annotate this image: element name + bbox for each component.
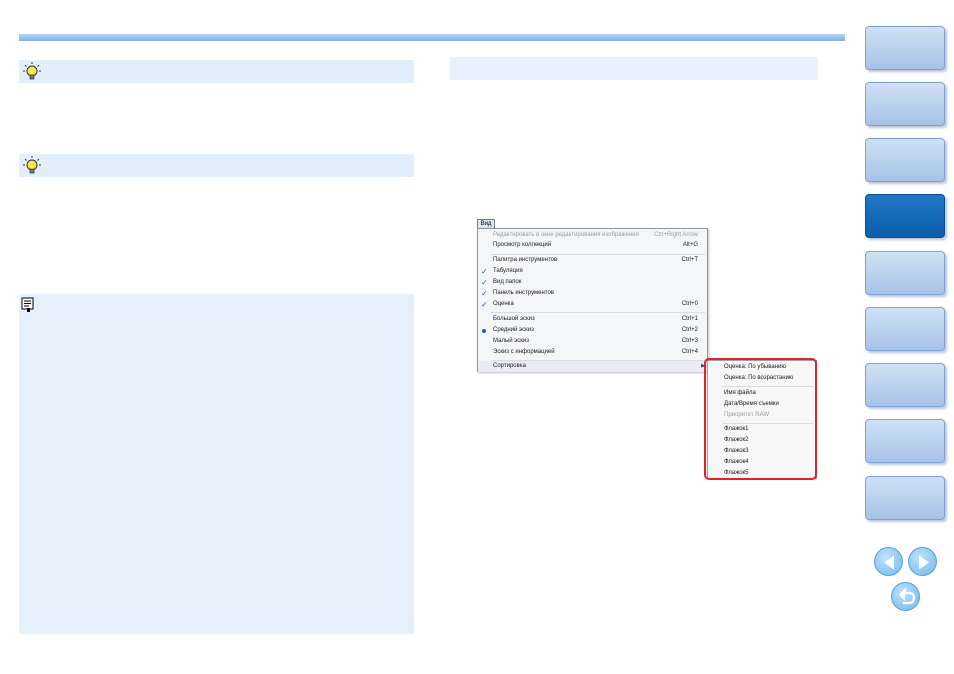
menu-item-label: Эскиз с информацией xyxy=(493,349,555,355)
nav-tab-4-active[interactable] xyxy=(865,194,945,238)
top-header-bar xyxy=(19,34,845,41)
menu-item-shortcut: Ctrl+1 xyxy=(681,316,698,322)
nav-tab-6[interactable] xyxy=(865,307,945,351)
menu-item-shortcut: Ctrl+4 xyxy=(681,349,698,355)
menu-item-shortcut: Ctrl+0 xyxy=(681,301,698,307)
tip-header-bar-1 xyxy=(19,60,414,83)
menu-item-tool-palette[interactable]: Палитра инструментов Ctrl+T xyxy=(478,255,707,266)
return-icon xyxy=(899,587,916,605)
menu-item-label: Большой эскиз xyxy=(493,316,535,322)
menu-item-label: Средний эскиз xyxy=(493,327,534,333)
lightbulb-icon xyxy=(23,156,41,174)
menu-item-rating[interactable]: ✓ Оценка Ctrl+0 xyxy=(478,299,707,310)
nav-tab-1[interactable] xyxy=(865,26,945,70)
menu-item-label: Панель инструментов xyxy=(493,290,554,296)
menu-item-shortcut: Alt+G xyxy=(682,242,698,248)
menu-item-label: Оценка xyxy=(493,301,514,307)
menu-item-small-thumb[interactable]: Малый эскиз Ctrl+3 xyxy=(478,336,707,347)
tip-header-bar-2 xyxy=(19,154,414,177)
menu-item-shortcut: Ctrl+2 xyxy=(681,327,698,333)
arrow-left-icon xyxy=(884,555,894,570)
menu-item-shortcut: Ctrl+3 xyxy=(681,338,698,344)
menu-item-folder-view[interactable]: ✓ Вид папок xyxy=(478,277,707,288)
memo-icon xyxy=(21,297,34,312)
return-button[interactable] xyxy=(891,582,920,611)
radio-dot-icon xyxy=(482,329,486,333)
menu-item-toolbar[interactable]: ✓ Панель инструментов xyxy=(478,288,707,299)
menu-item-large-thumb[interactable]: Большой эскиз Ctrl+1 xyxy=(478,314,707,325)
arrow-right-icon xyxy=(919,555,929,570)
checkmark-icon: ✓ xyxy=(481,289,488,298)
menu-item-label: Вид папок xyxy=(493,279,522,285)
nav-tab-3[interactable] xyxy=(865,138,945,182)
nav-tab-8[interactable] xyxy=(865,419,945,463)
menu-item-collections[interactable]: Просмотр коллекций Alt+G xyxy=(478,240,707,251)
highlight-outline xyxy=(704,358,817,480)
menu-item-label: Просмотр коллекций xyxy=(493,242,552,248)
menu-item-label: Малый эскиз xyxy=(493,338,530,344)
section-header-bar xyxy=(450,57,818,80)
checkmark-icon: ✓ xyxy=(481,278,488,287)
menu-separator xyxy=(491,312,705,313)
nav-tab-2[interactable] xyxy=(865,82,945,126)
menu-item-thumb-info[interactable]: Эскиз с информацией Ctrl+4 xyxy=(478,347,707,358)
note-box xyxy=(19,294,414,634)
menu-item-medium-thumb[interactable]: Средний эскиз Ctrl+2 xyxy=(478,325,707,336)
menu-item-label: Табуляция xyxy=(493,268,523,274)
menu-item-sort[interactable]: Сортировка ▶ xyxy=(478,361,707,372)
lightbulb-icon xyxy=(23,62,41,80)
next-page-button[interactable] xyxy=(908,547,937,576)
view-menu: Редактировать в окне редактирования изоб… xyxy=(477,228,708,372)
nav-tab-5[interactable] xyxy=(865,251,945,295)
menu-item-tabs[interactable]: ✓ Табуляция xyxy=(478,266,707,277)
menu-item-label: Палитра инструментов xyxy=(493,257,558,263)
checkmark-icon: ✓ xyxy=(481,300,488,309)
nav-tab-7[interactable] xyxy=(865,363,945,407)
menu-item-label: Сортировка xyxy=(493,363,526,369)
menu-item-shortcut: Ctrl+T xyxy=(681,257,699,263)
nav-tab-9[interactable] xyxy=(865,476,945,520)
previous-page-button[interactable] xyxy=(874,547,903,576)
checkmark-icon: ✓ xyxy=(481,267,488,276)
